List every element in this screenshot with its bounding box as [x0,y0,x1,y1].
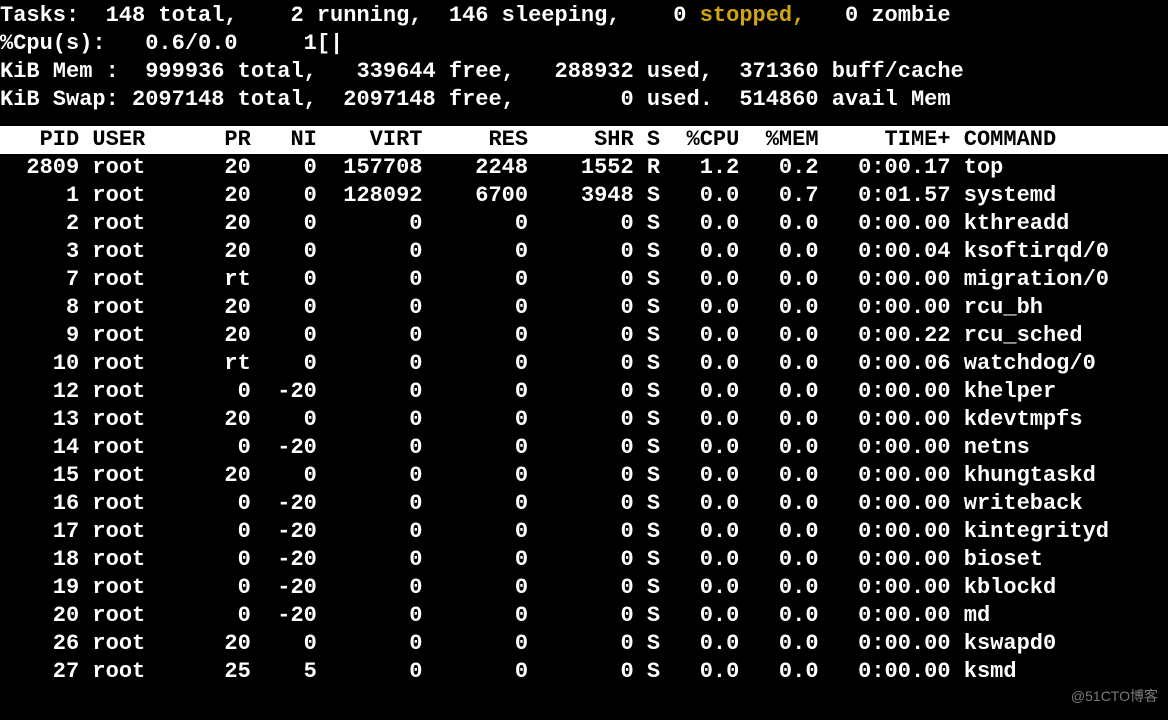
process-table: PID USER PR NI VIRT RES SHR S %CPU %MEM … [0,126,1168,686]
process-row: 1 root 20 0 128092 6700 3948 S 0.0 0.7 0… [0,182,1168,210]
process-row: 17 root 0 -20 0 0 0 S 0.0 0.0 0:00.00 ki… [0,518,1168,546]
tasks-line: Tasks: 148 total, 2 running, 146 sleepin… [0,2,1168,30]
process-row: 15 root 20 0 0 0 0 S 0.0 0.0 0:00.00 khu… [0,462,1168,490]
process-row: 26 root 20 0 0 0 0 S 0.0 0.0 0:00.00 ksw… [0,630,1168,658]
process-row: 8 root 20 0 0 0 0 S 0.0 0.0 0:00.00 rcu_… [0,294,1168,322]
stopped-highlight: stopped, [700,3,806,28]
cpu-line: %Cpu(s): 0.6/0.0 1[| [0,30,1168,58]
top-summary: Tasks: 148 total, 2 running, 146 sleepin… [0,0,1168,114]
table-header: PID USER PR NI VIRT RES SHR S %CPU %MEM … [0,126,1168,154]
process-row: 3 root 20 0 0 0 0 S 0.0 0.0 0:00.04 ksof… [0,238,1168,266]
process-row: 18 root 0 -20 0 0 0 S 0.0 0.0 0:00.00 bi… [0,546,1168,574]
process-row: 16 root 0 -20 0 0 0 S 0.0 0.0 0:00.00 wr… [0,490,1168,518]
process-row: 10 root rt 0 0 0 0 S 0.0 0.0 0:00.06 wat… [0,350,1168,378]
process-row: 14 root 0 -20 0 0 0 S 0.0 0.0 0:00.00 ne… [0,434,1168,462]
process-row: 20 root 0 -20 0 0 0 S 0.0 0.0 0:00.00 md [0,602,1168,630]
process-row: 19 root 0 -20 0 0 0 S 0.0 0.0 0:00.00 kb… [0,574,1168,602]
mem-line: KiB Mem : 999936 total, 339644 free, 288… [0,58,1168,86]
process-row: 2809 root 20 0 157708 2248 1552 R 1.2 0.… [0,154,1168,182]
process-row: 13 root 20 0 0 0 0 S 0.0 0.0 0:00.00 kde… [0,406,1168,434]
process-row: 7 root rt 0 0 0 0 S 0.0 0.0 0:00.00 migr… [0,266,1168,294]
swap-line: KiB Swap: 2097148 total, 2097148 free, 0… [0,86,1168,114]
process-row: 9 root 20 0 0 0 0 S 0.0 0.0 0:00.22 rcu_… [0,322,1168,350]
process-row: 2 root 20 0 0 0 0 S 0.0 0.0 0:00.00 kthr… [0,210,1168,238]
process-row: 27 root 25 5 0 0 0 S 0.0 0.0 0:00.00 ksm… [0,658,1168,686]
process-row: 12 root 0 -20 0 0 0 S 0.0 0.0 0:00.00 kh… [0,378,1168,406]
watermark: @51CTO博客 [1071,682,1158,710]
